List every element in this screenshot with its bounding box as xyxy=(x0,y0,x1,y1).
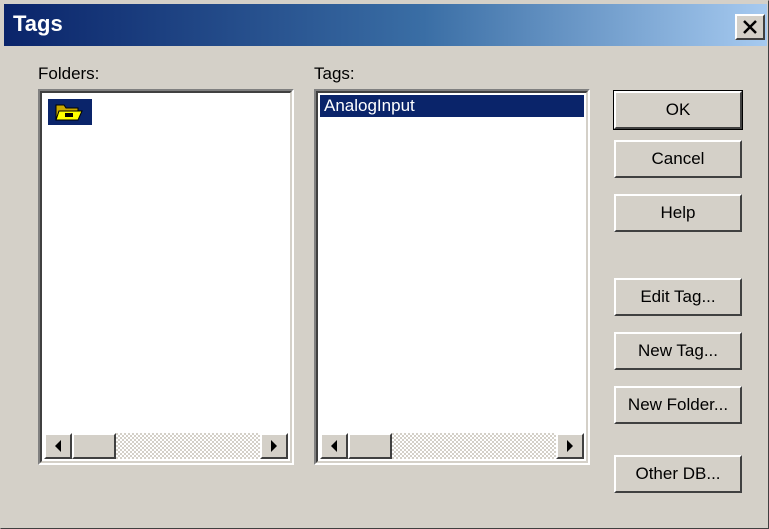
new-folder-button[interactable]: New Folder... xyxy=(614,386,742,424)
cancel-button[interactable]: Cancel xyxy=(614,140,742,178)
close-icon xyxy=(743,20,757,34)
folders-scroll-left-button[interactable] xyxy=(44,433,72,459)
tags-scroll-left-button[interactable] xyxy=(320,433,348,459)
folders-scroll-right-button[interactable] xyxy=(260,433,288,459)
title-bar[interactable]: Tags xyxy=(4,4,767,46)
tags-label: Tags: xyxy=(314,64,355,83)
tag-item-analoginput[interactable]: AnalogInput xyxy=(320,95,584,117)
folders-label: Folders: xyxy=(38,64,100,83)
arrow-right-icon xyxy=(567,440,573,452)
arrow-left-icon xyxy=(331,440,337,452)
close-button[interactable] xyxy=(735,14,765,40)
folders-listbox[interactable] xyxy=(38,89,294,465)
tags-scroll-thumb[interactable] xyxy=(348,433,392,459)
tags-listbox[interactable]: AnalogInput xyxy=(314,89,590,465)
arrow-left-icon xyxy=(55,440,61,452)
tags-dialog: Tags Folders: Tags: AnalogInput OK Cance… xyxy=(0,0,769,529)
folders-hscroll[interactable] xyxy=(44,433,288,459)
tags-scroll-right-button[interactable] xyxy=(556,433,584,459)
arrow-right-icon xyxy=(271,440,277,452)
ok-button[interactable]: OK xyxy=(613,90,743,130)
tags-hscroll[interactable] xyxy=(320,433,584,459)
open-folder-icon[interactable] xyxy=(48,99,92,125)
other-db-button[interactable]: Other DB... xyxy=(614,455,742,493)
edit-tag-button[interactable]: Edit Tag... xyxy=(614,278,742,316)
folders-scroll-thumb[interactable] xyxy=(72,433,116,459)
help-button[interactable]: Help xyxy=(614,194,742,232)
new-tag-button[interactable]: New Tag... xyxy=(614,332,742,370)
dialog-title: Tags xyxy=(13,11,63,36)
